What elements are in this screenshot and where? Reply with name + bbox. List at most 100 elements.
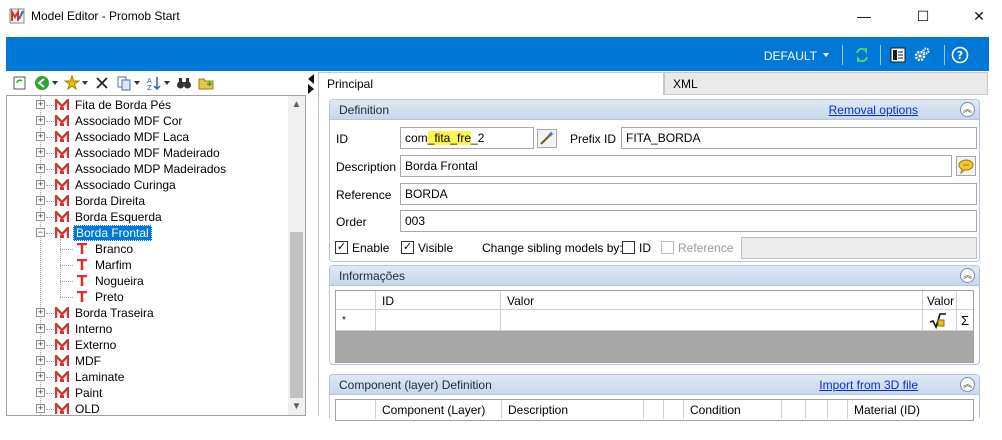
column-header-blank[interactable]	[644, 400, 664, 419]
tree-node[interactable]: Associado MDP Madeirados	[54, 161, 228, 177]
scroll-down-icon[interactable]: ▼	[288, 398, 305, 415]
properties-panel-icon[interactable]	[889, 46, 907, 64]
replace-icon[interactable]	[198, 75, 214, 91]
import-3d-link[interactable]: Import from 3D file	[819, 378, 918, 392]
expand-right-arrow-icon[interactable]	[308, 84, 314, 94]
id-picker-button[interactable]	[537, 129, 557, 148]
tree-node[interactable]: Externo	[54, 337, 118, 353]
column-header-description[interactable]: Description	[502, 400, 644, 419]
id-input[interactable]: com_fita_fre_2	[400, 127, 534, 149]
visible-checkbox[interactable]: ✓	[401, 241, 414, 254]
update-icon[interactable]	[12, 75, 28, 91]
minimize-button[interactable]: —	[841, 0, 887, 32]
column-header-blank[interactable]	[664, 400, 684, 419]
copy-icon[interactable]	[116, 75, 132, 91]
tree-node[interactable]: Borda Traseira	[54, 305, 156, 321]
sort-dropdown-caret-icon[interactable]	[164, 81, 170, 85]
back-arrow-icon[interactable]	[34, 75, 50, 91]
tree-node[interactable]: OLD	[54, 401, 102, 415]
tree-node[interactable]: Associado Curinga	[54, 177, 178, 193]
tree-node[interactable]: Fita de Borda Pés	[54, 97, 173, 113]
tree-node[interactable]: Borda Direita	[54, 193, 147, 209]
expand-node-icon[interactable]: +	[36, 164, 45, 173]
tree-node[interactable]: Borda Esquerda	[54, 209, 164, 225]
tree-node[interactable]: Laminate	[54, 369, 126, 385]
find-binoculars-icon[interactable]	[176, 75, 192, 91]
expand-node-icon[interactable]: +	[36, 212, 45, 221]
order-input[interactable]: 003	[400, 210, 977, 232]
copy-dropdown-caret-icon[interactable]	[134, 81, 140, 85]
tab-xml[interactable]: XML	[664, 72, 988, 95]
tree-scrollbar[interactable]: ▲ ▼	[288, 96, 305, 415]
grid-cell-valor[interactable]	[501, 310, 923, 331]
column-header-material[interactable]: Material (ID)	[848, 400, 973, 419]
formula-button[interactable]	[923, 310, 957, 331]
column-header-component[interactable]: Component (Layer)	[376, 400, 502, 419]
expand-node-icon[interactable]: +	[36, 388, 45, 397]
expand-node-icon[interactable]: +	[36, 196, 45, 205]
scroll-up-icon[interactable]: ▲	[288, 96, 305, 113]
sort-icon[interactable]: AZ	[146, 75, 162, 92]
expand-node-icon[interactable]: +	[36, 100, 45, 109]
column-header-valor[interactable]: Valor	[501, 291, 923, 310]
collapse-left-arrow-icon[interactable]	[308, 74, 314, 84]
profile-dropdown-caret-icon[interactable]	[823, 53, 829, 57]
expand-node-icon[interactable]: +	[36, 340, 45, 349]
informacoes-grid[interactable]: ID Valor Valor * Σ	[335, 290, 974, 363]
tree-child-node[interactable]: Marfim	[75, 257, 134, 273]
expand-node-icon[interactable]: +	[36, 148, 45, 157]
new-dropdown-caret-icon[interactable]	[82, 81, 88, 85]
delete-icon[interactable]	[94, 75, 110, 91]
close-button[interactable]: ✕	[956, 0, 1002, 32]
grid-new-row[interactable]: * Σ	[336, 310, 973, 331]
refresh-icon[interactable]	[853, 46, 871, 64]
description-input[interactable]: Borda Frontal	[400, 155, 952, 177]
tree-node[interactable]: Paint	[54, 385, 104, 401]
tree-node[interactable]: MDF	[54, 353, 103, 369]
expand-node-icon[interactable]: +	[36, 180, 45, 189]
tree-child-node[interactable]: Branco	[75, 241, 135, 257]
column-header-id[interactable]: ID	[376, 291, 501, 310]
sibling-reference-checkbox[interactable]	[661, 241, 674, 254]
tree-node[interactable]: Borda Frontal	[54, 225, 152, 241]
tab-principal[interactable]: Principal	[318, 72, 664, 95]
prefix-id-input[interactable]: FITA_BORDA	[621, 127, 977, 149]
translate-button[interactable]	[956, 156, 976, 176]
expand-node-icon[interactable]: +	[36, 116, 45, 125]
column-header-blank[interactable]	[782, 400, 806, 419]
settings-gears-icon[interactable]	[913, 46, 931, 64]
sum-icon[interactable]: Σ	[957, 310, 973, 331]
component-grid[interactable]: Component (Layer) Description Condition …	[335, 399, 974, 421]
maximize-button[interactable]: ☐	[900, 0, 946, 32]
tree-node[interactable]: Associado MDF Madeirado	[54, 145, 222, 161]
model-tree[interactable]: ▲ ▼ + Fita de Borda Pés + Associado MDF Cor…	[6, 95, 306, 416]
sibling-id-checkbox[interactable]	[622, 241, 635, 254]
scrollbar-thumb[interactable]	[290, 232, 303, 398]
grid-cell-id[interactable]	[376, 310, 501, 331]
help-icon[interactable]: ?	[951, 46, 969, 64]
expand-node-icon[interactable]: +	[36, 132, 45, 141]
column-header-blank[interactable]	[806, 400, 828, 419]
tree-node[interactable]: Associado MDF Laca	[54, 129, 191, 145]
tree-child-node[interactable]: Nogueira	[75, 273, 146, 289]
expand-node-icon[interactable]: +	[36, 356, 45, 365]
column-header-blank[interactable]	[828, 400, 848, 419]
collapse-chevron-icon[interactable]: ︽	[960, 268, 975, 283]
tree-node[interactable]: Interno	[54, 321, 114, 337]
tree-child-node[interactable]: Preto	[75, 289, 126, 305]
removal-options-link[interactable]: Removal options	[829, 103, 918, 117]
collapse-chevron-icon[interactable]: ︽	[960, 102, 975, 117]
new-item-icon[interactable]	[63, 74, 81, 91]
column-header-condition[interactable]: Condition	[684, 400, 782, 419]
expand-node-icon[interactable]: +	[36, 372, 45, 381]
tree-node[interactable]: Associado MDF Cor	[54, 113, 184, 129]
expand-node-icon[interactable]: +	[36, 324, 45, 333]
profile-dropdown[interactable]: DEFAULT	[764, 49, 817, 63]
collapse-chevron-icon[interactable]: ︽	[960, 377, 975, 392]
enable-checkbox[interactable]: ✓	[335, 241, 348, 254]
expand-node-icon[interactable]: +	[36, 404, 45, 413]
reference-input[interactable]: BORDA	[400, 183, 977, 205]
column-header-valor-2[interactable]: Valor	[923, 291, 957, 310]
expand-node-icon[interactable]: +	[36, 308, 45, 317]
back-dropdown-caret-icon[interactable]	[52, 81, 58, 85]
